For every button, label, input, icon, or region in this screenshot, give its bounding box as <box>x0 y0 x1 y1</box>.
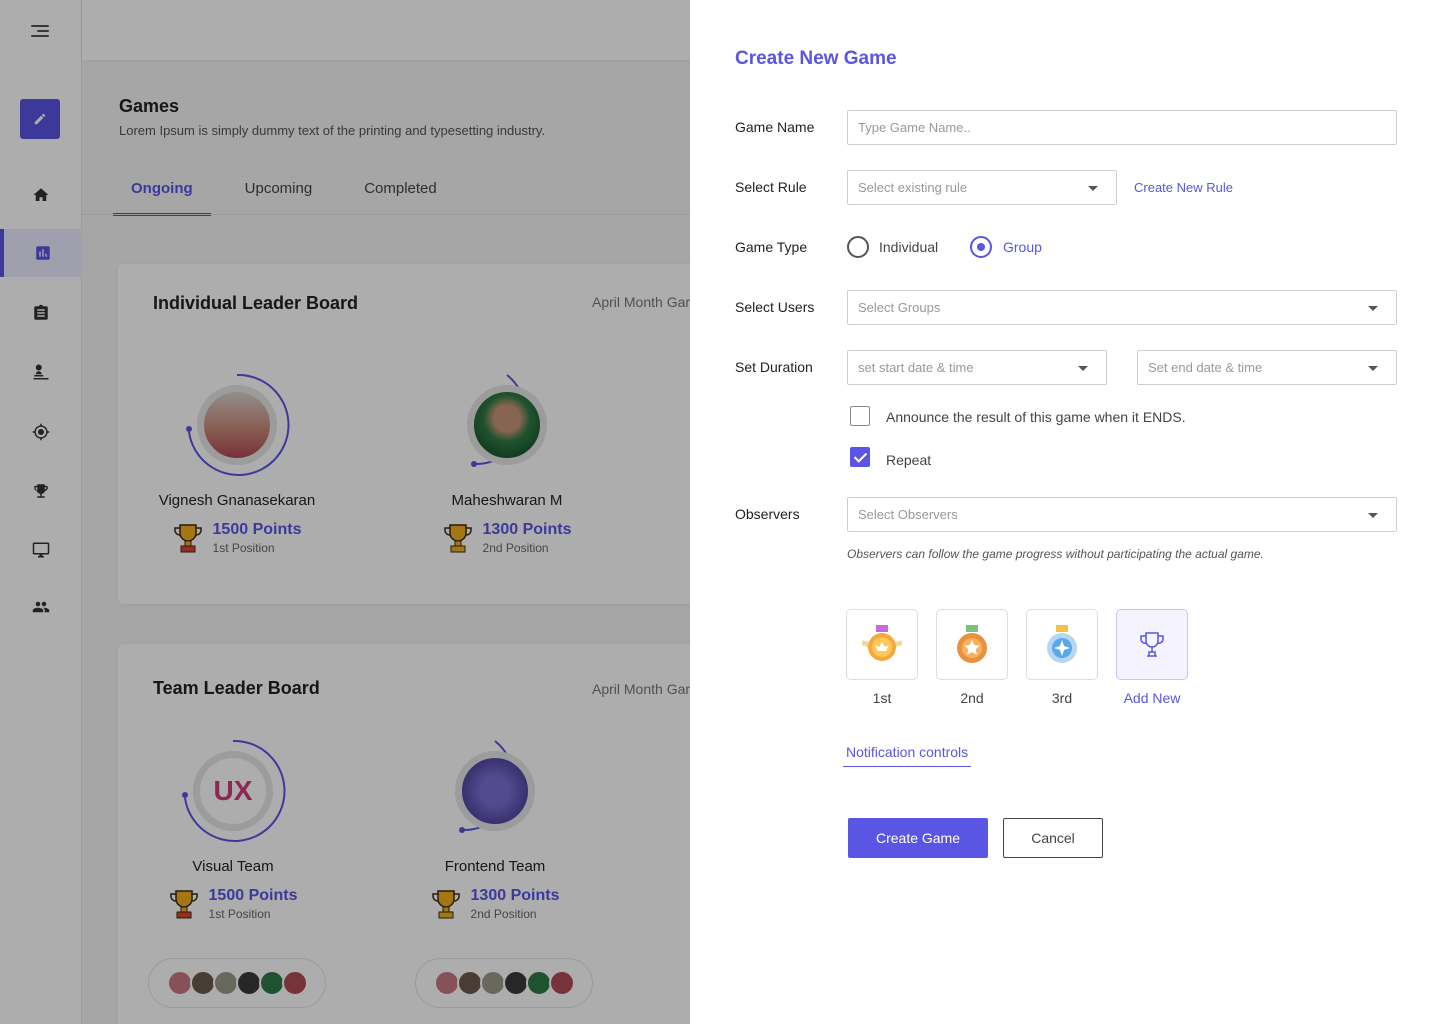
notification-controls-link[interactable]: Notification controls <box>843 744 972 767</box>
announce-checkbox[interactable] <box>850 406 870 426</box>
chevron-down-icon <box>1368 366 1378 371</box>
radio-individual-label[interactable]: Individual <box>879 239 938 255</box>
game-name-label: Game Name <box>735 119 815 135</box>
select-rule-dropdown[interactable]: Select existing rule <box>847 170 1117 205</box>
select-rule-placeholder: Select existing rule <box>858 180 968 195</box>
game-name-input[interactable]: Type Game Name.. <box>847 110 1397 145</box>
create-game-panel: Create New Game Game Name Type Game Name… <box>690 0 1440 1024</box>
start-date-placeholder: set start date & time <box>858 360 974 375</box>
set-duration-label: Set Duration <box>735 359 813 375</box>
repeat-label[interactable]: Repeat <box>886 452 931 468</box>
end-date-placeholder: Set end date & time <box>1148 360 1263 375</box>
silver-medal-icon <box>1047 624 1077 663</box>
select-observers-placeholder: Select Observers <box>858 507 958 522</box>
chevron-down-icon <box>1368 306 1378 311</box>
gold-medal-icon <box>861 624 903 661</box>
end-date-picker[interactable]: Set end date & time <box>1137 350 1397 385</box>
prize-1st[interactable] <box>846 609 918 680</box>
chevron-down-icon <box>1078 366 1088 371</box>
select-users-label: Select Users <box>735 299 815 315</box>
start-date-picker[interactable]: set start date & time <box>847 350 1107 385</box>
trophy-outline-icon <box>1140 631 1164 657</box>
panel-title: Create New Game <box>735 48 897 69</box>
repeat-checkbox[interactable] <box>850 447 870 467</box>
game-name-placeholder: Type Game Name.. <box>858 120 971 135</box>
prize-1st-label: 1st <box>872 690 892 706</box>
radio-individual[interactable] <box>847 236 869 258</box>
game-type-label: Game Type <box>735 239 808 255</box>
add-prize-label[interactable]: Add New <box>1116 690 1188 706</box>
select-observers-dropdown[interactable]: Select Observers <box>847 497 1397 532</box>
select-groups-dropdown[interactable]: Select Groups <box>847 290 1397 325</box>
add-prize-button[interactable] <box>1116 609 1188 680</box>
chevron-down-icon <box>1088 186 1098 191</box>
create-game-button[interactable]: Create Game <box>848 818 988 858</box>
cancel-button[interactable]: Cancel <box>1003 818 1103 858</box>
prize-3rd-label: 3rd <box>1051 690 1073 706</box>
prize-2nd[interactable] <box>936 609 1008 680</box>
prize-2nd-label: 2nd <box>960 690 984 706</box>
prize-3rd[interactable] <box>1026 609 1098 680</box>
select-rule-label: Select Rule <box>735 179 807 195</box>
radio-group-label[interactable]: Group <box>1003 239 1042 255</box>
create-new-rule-link[interactable]: Create New Rule <box>1134 180 1233 195</box>
announce-label[interactable]: Announce the result of this game when it… <box>886 409 1186 425</box>
select-groups-placeholder: Select Groups <box>858 300 941 315</box>
observers-hint: Observers can follow the game progress w… <box>847 547 1264 561</box>
radio-group[interactable] <box>970 236 992 258</box>
bronze-medal-icon <box>957 624 987 663</box>
observers-label: Observers <box>735 506 800 522</box>
chevron-down-icon <box>1368 513 1378 518</box>
